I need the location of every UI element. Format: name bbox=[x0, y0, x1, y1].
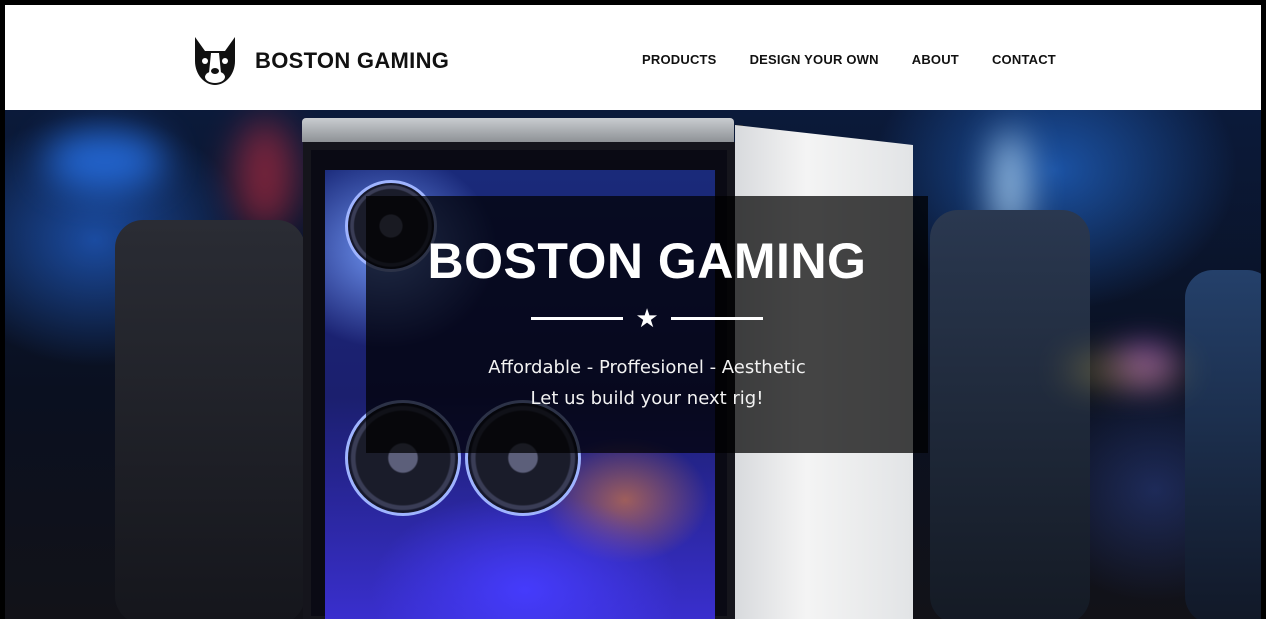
boston-terrier-logo-icon bbox=[195, 37, 235, 85]
nav-contact[interactable]: CONTACT bbox=[992, 52, 1056, 67]
site-header: BOSTON GAMING PRODUCTS DESIGN YOUR OWN A… bbox=[5, 5, 1261, 110]
browser-viewport: BOSTON GAMING PRODUCTS DESIGN YOUR OWN A… bbox=[0, 0, 1266, 619]
nav-design-your-own[interactable]: DESIGN YOUR OWN bbox=[750, 52, 879, 67]
site-logo[interactable]: BOSTON GAMING bbox=[191, 35, 449, 87]
pc-case-top bbox=[302, 118, 734, 142]
hero-tagline: Affordable - Proffesionel - Aesthetic bbox=[488, 357, 806, 378]
hero-overlay-box: BOSTON GAMING ★ Affordable - Proffesione… bbox=[366, 196, 928, 453]
background-light bbox=[45, 130, 165, 190]
gaming-chair-left bbox=[115, 220, 305, 619]
nav-products[interactable]: PRODUCTS bbox=[642, 52, 717, 67]
hero-divider: ★ bbox=[366, 304, 928, 332]
star-icon: ★ bbox=[635, 303, 659, 333]
nav-about[interactable]: ABOUT bbox=[912, 52, 959, 67]
brand-name: BOSTON GAMING bbox=[255, 48, 450, 73]
desk-light bbox=[1065, 360, 1185, 380]
gaming-chair-far-right bbox=[1185, 270, 1261, 619]
background-light bbox=[235, 120, 295, 230]
divider-line bbox=[670, 316, 763, 320]
hero-title: BOSTON GAMING bbox=[427, 233, 867, 289]
divider-line bbox=[531, 316, 624, 320]
gaming-chair-right bbox=[930, 210, 1090, 619]
hero-subline: Let us build your next rig! bbox=[530, 388, 764, 409]
main-nav: PRODUCTS DESIGN YOUR OWN ABOUT CONTACT bbox=[642, 52, 1056, 67]
